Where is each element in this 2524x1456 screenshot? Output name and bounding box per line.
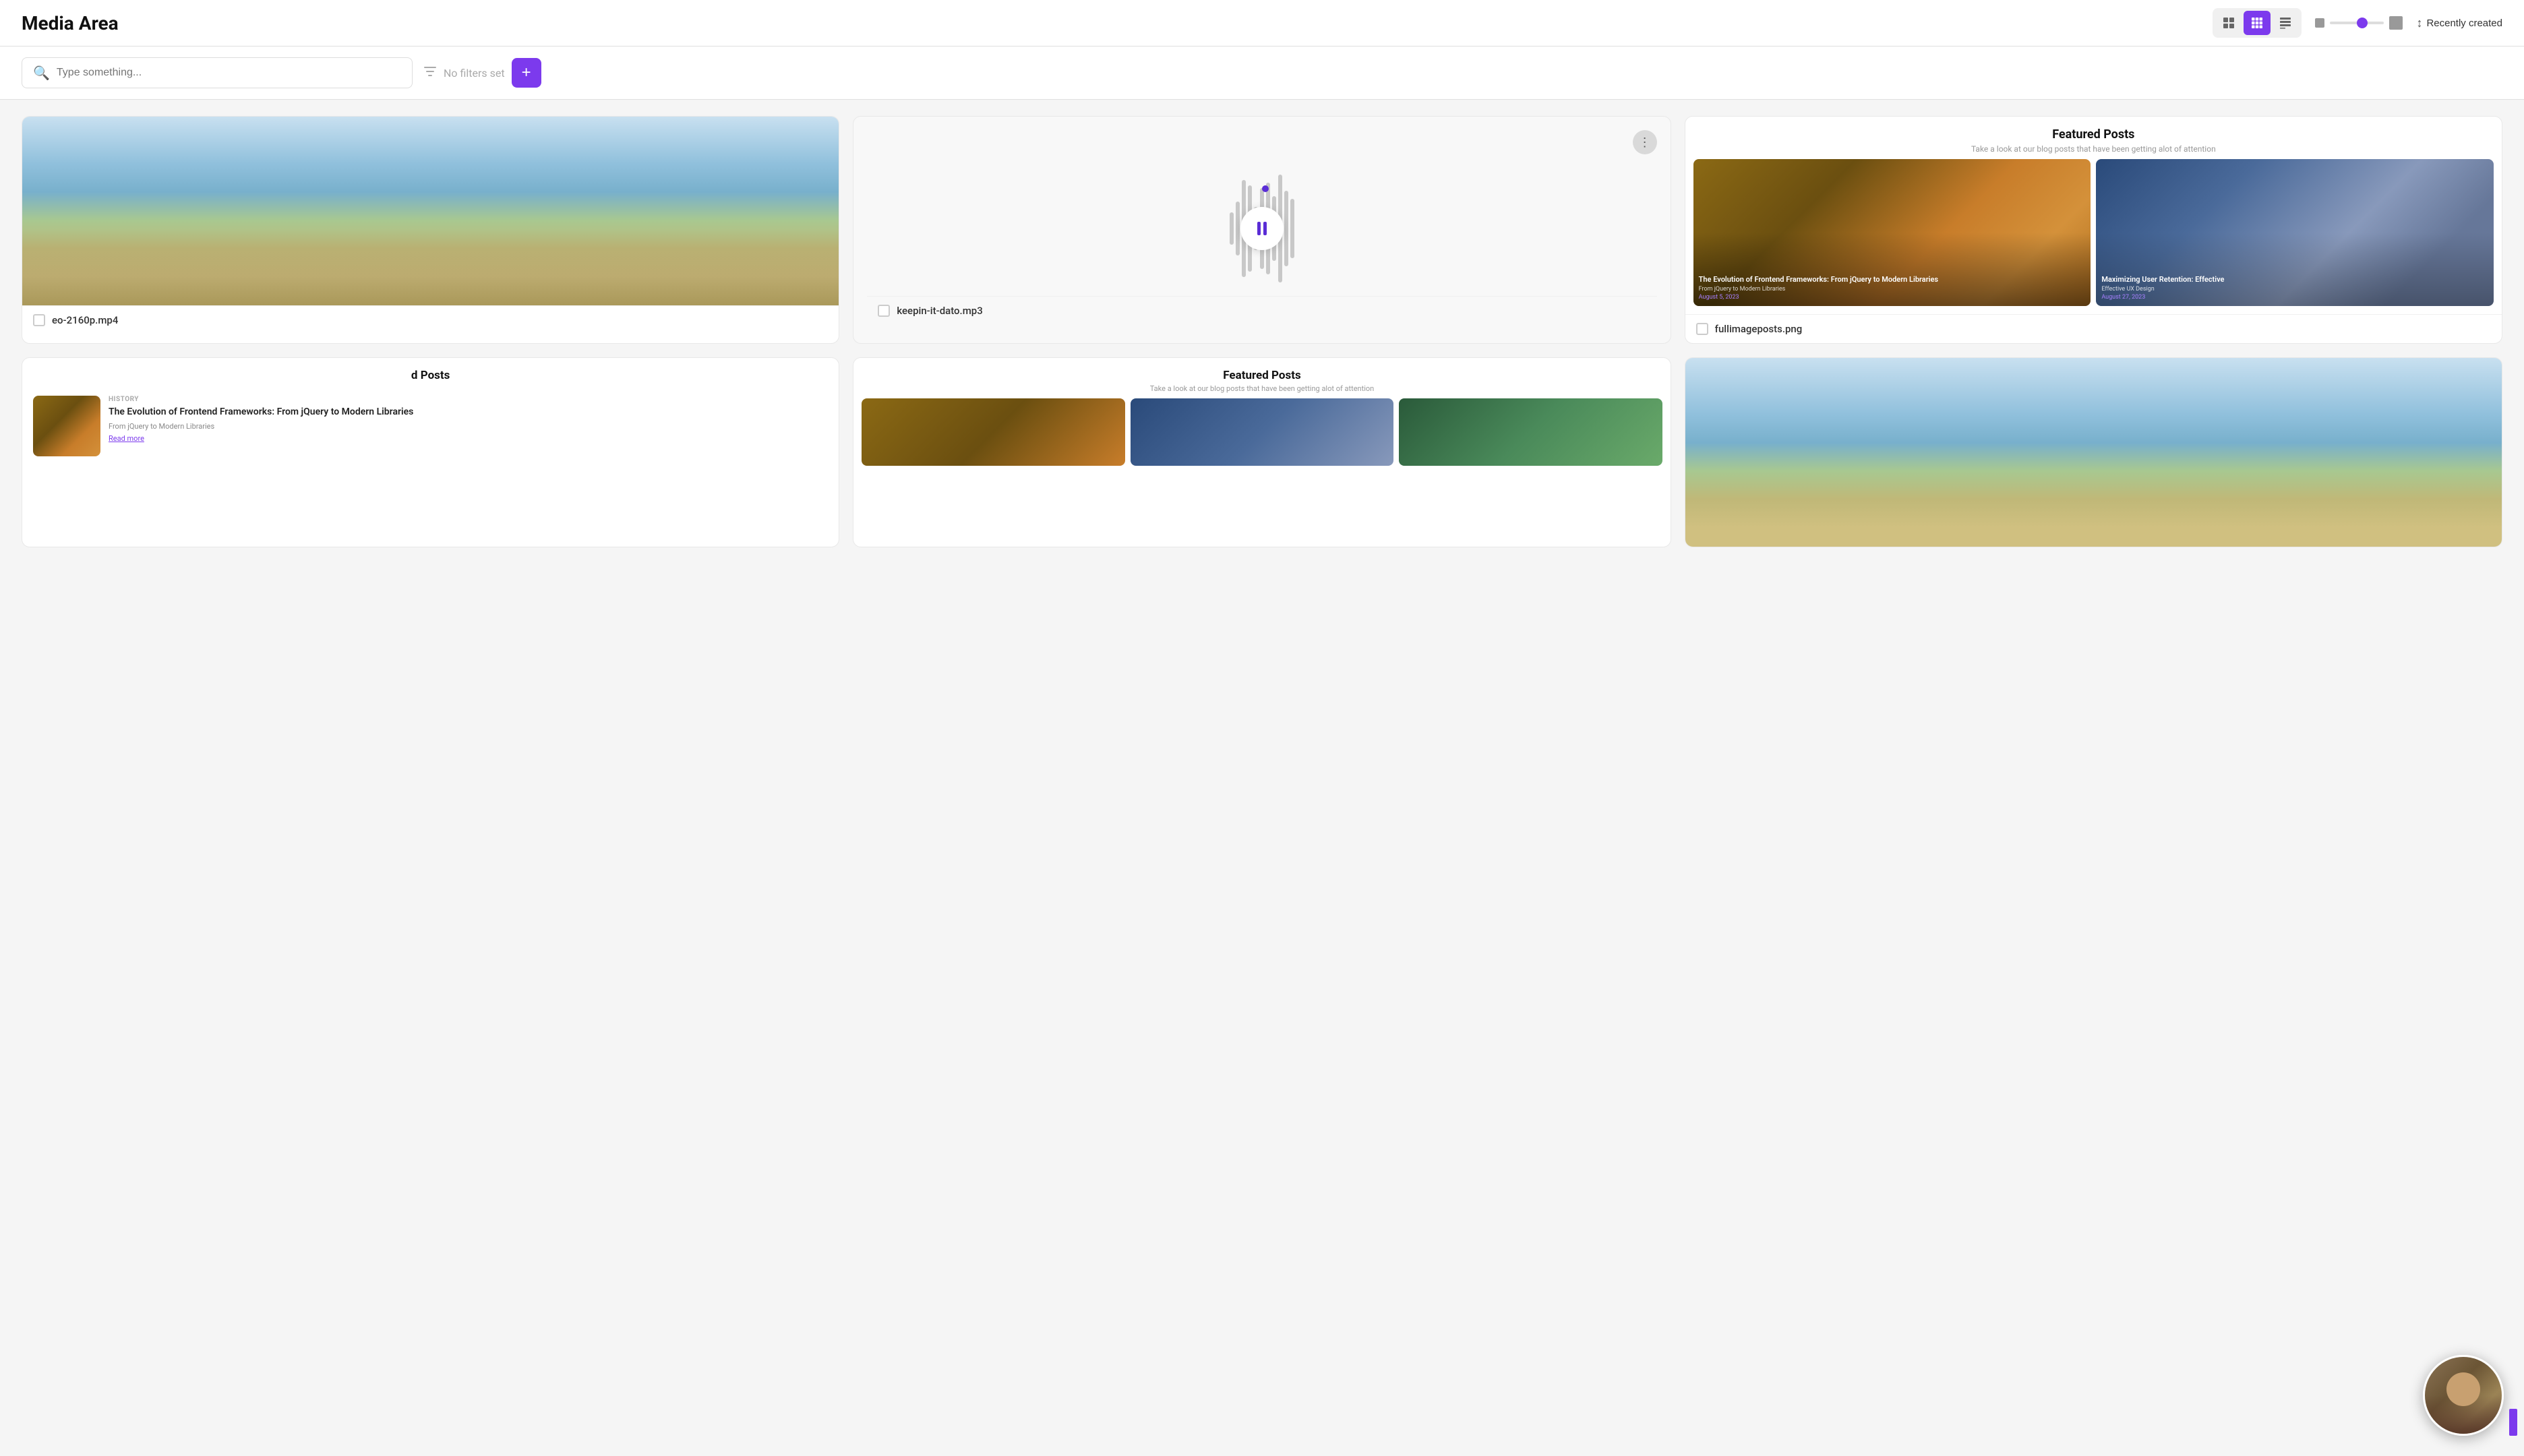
post1-title: The Evolution of Frontend Frameworks: Fr… xyxy=(1699,275,2086,284)
history-tag: HISTORY xyxy=(109,396,828,403)
beach-video-thumbnail xyxy=(22,117,839,305)
featured-posts-header: Featured Posts Take a look at our blog p… xyxy=(1685,117,2502,159)
waveform-bar xyxy=(1236,202,1240,255)
size-large-indicator xyxy=(2389,16,2403,30)
beach-video-card: eo-2160p.mp4 xyxy=(22,116,839,344)
pip-avatar-face xyxy=(2446,1372,2480,1406)
waveform-bar xyxy=(1290,199,1294,258)
pause-bar-right xyxy=(1263,222,1267,235)
bottom-blog-info: HISTORY The Evolution of Frontend Framew… xyxy=(109,396,828,444)
featured-img-1: The Evolution of Frontend Frameworks: Fr… xyxy=(1693,159,2091,306)
view-toggle-group xyxy=(2213,8,2302,38)
search-input[interactable] xyxy=(57,67,401,79)
size-small-indicator xyxy=(2315,18,2324,28)
media-grid-bottom: d Posts HISTORY The Evolution of Fronten… xyxy=(22,357,2502,547)
bottom-blog-thumb xyxy=(33,396,100,456)
featured-posts-footer: fullimageposts.png xyxy=(1685,314,2502,343)
featured-posts-checkbox[interactable] xyxy=(1696,323,1708,335)
search-bar-area: 🔍 No filters set + xyxy=(0,47,2524,100)
bottom-feat-img-1 xyxy=(862,398,1124,466)
bottom-featured-left-title: d Posts xyxy=(36,369,825,382)
bottom-featured-center-subtitle: Take a look at our blog posts that have … xyxy=(867,384,1656,393)
audio-card-footer: keepin-it-dato.mp3 xyxy=(867,296,1656,325)
table-icon xyxy=(2279,17,2291,29)
blog-source: From jQuery to Modern Libraries xyxy=(109,422,828,431)
bottom-feat-img-2 xyxy=(1131,398,1393,466)
page-title: Media Area xyxy=(22,12,119,34)
featured-posts-title: Featured Posts xyxy=(1699,127,2488,142)
post2-date: August 27, 2023 xyxy=(2101,294,2488,301)
pause-icon xyxy=(1257,222,1267,235)
size-slider-area xyxy=(2315,16,2403,30)
featured-posts-card: Featured Posts Take a look at our blog p… xyxy=(1685,116,2502,344)
more-dots-icon: ⋮ xyxy=(1639,135,1651,150)
bottom-featured-left-header: d Posts xyxy=(22,358,839,388)
sort-button[interactable]: ↕ Recently created xyxy=(2416,16,2502,30)
grid2-icon xyxy=(2223,17,2235,29)
pause-bar-left xyxy=(1257,222,1261,235)
search-box: 🔍 xyxy=(22,57,413,88)
read-more-link[interactable]: Read more xyxy=(109,434,144,443)
post2-overlay: Maximizing User Retention: Effective Eff… xyxy=(2096,270,2494,306)
filter-icon xyxy=(423,65,437,82)
grid3-icon xyxy=(2251,17,2263,29)
bottom-featured-center-header: Featured Posts Take a look at our blog p… xyxy=(853,358,1670,398)
bottom-blog-body: HISTORY The Evolution of Frontend Framew… xyxy=(22,388,839,464)
post1-overlay: The Evolution of Frontend Frameworks: Fr… xyxy=(1693,270,2091,306)
plus-icon: + xyxy=(522,63,531,82)
sort-label: Recently created xyxy=(2426,18,2502,29)
post1-source: From jQuery to Modern Libraries xyxy=(1699,286,2086,293)
beach-video-checkbox[interactable] xyxy=(33,314,45,326)
featured-posts-label: fullimageposts.png xyxy=(1715,323,1803,335)
bottom-featured-center-title: Featured Posts xyxy=(867,369,1656,382)
bottom-featured-center-card: Featured Posts Take a look at our blog p… xyxy=(853,357,1671,547)
view-grid2-button[interactable] xyxy=(2215,11,2242,35)
add-filter-button[interactable]: + xyxy=(512,58,541,88)
bottom-feat-img-3 xyxy=(1399,398,1662,466)
bottom-featured-center-images xyxy=(853,398,1670,474)
size-slider-track[interactable] xyxy=(2330,22,2384,24)
search-icon: 🔍 xyxy=(33,65,50,81)
bottom-video-card xyxy=(1685,357,2502,547)
bottom-video-thumbnail xyxy=(1685,358,2502,547)
size-slider-thumb xyxy=(2357,18,2368,28)
pip-status-bar xyxy=(2509,1409,2517,1436)
beach-video-label: eo-2160p.mp4 xyxy=(52,314,118,326)
filter-area: No filters set + xyxy=(423,58,541,88)
featured-posts-images: The Evolution of Frontend Frameworks: Fr… xyxy=(1685,159,2502,314)
audio-waveform-area xyxy=(867,161,1656,296)
beach-video-footer: eo-2160p.mp4 xyxy=(22,305,839,334)
audio-card-header: ⋮ xyxy=(867,130,1656,154)
header-controls: ↕ Recently created xyxy=(2213,8,2502,38)
audio-card: ⋮ xyxy=(853,116,1671,344)
bottom-featured-left-card: d Posts HISTORY The Evolution of Fronten… xyxy=(22,357,839,547)
pip-avatar[interactable] xyxy=(2423,1355,2504,1436)
audio-progress-dot xyxy=(1262,185,1269,192)
filter-label: No filters set xyxy=(444,67,505,80)
content-area: eo-2160p.mp4 ⋮ xyxy=(0,100,2524,564)
waveform-bar xyxy=(1230,212,1234,245)
featured-img-2: Maximizing User Retention: Effective Eff… xyxy=(2096,159,2494,306)
blog-post-title: The Evolution of Frontend Frameworks: Fr… xyxy=(109,406,828,419)
audio-label: keepin-it-dato.mp3 xyxy=(897,305,982,317)
post2-title: Maximizing User Retention: Effective xyxy=(2101,275,2488,284)
post2-source: Effective UX Design xyxy=(2101,286,2488,293)
view-table-button[interactable] xyxy=(2272,11,2299,35)
view-grid3-button[interactable] xyxy=(2244,11,2271,35)
audio-more-button[interactable]: ⋮ xyxy=(1633,130,1657,154)
post1-date: August 5, 2023 xyxy=(1699,294,2086,301)
media-grid-top: eo-2160p.mp4 ⋮ xyxy=(22,116,2502,344)
app-header: Media Area xyxy=(0,0,2524,47)
audio-play-button[interactable] xyxy=(1240,207,1284,250)
featured-posts-subtitle: Take a look at our blog posts that have … xyxy=(1699,144,2488,154)
sort-icon: ↕ xyxy=(2416,16,2422,30)
waveform-bar xyxy=(1284,191,1288,266)
audio-checkbox[interactable] xyxy=(878,305,890,317)
